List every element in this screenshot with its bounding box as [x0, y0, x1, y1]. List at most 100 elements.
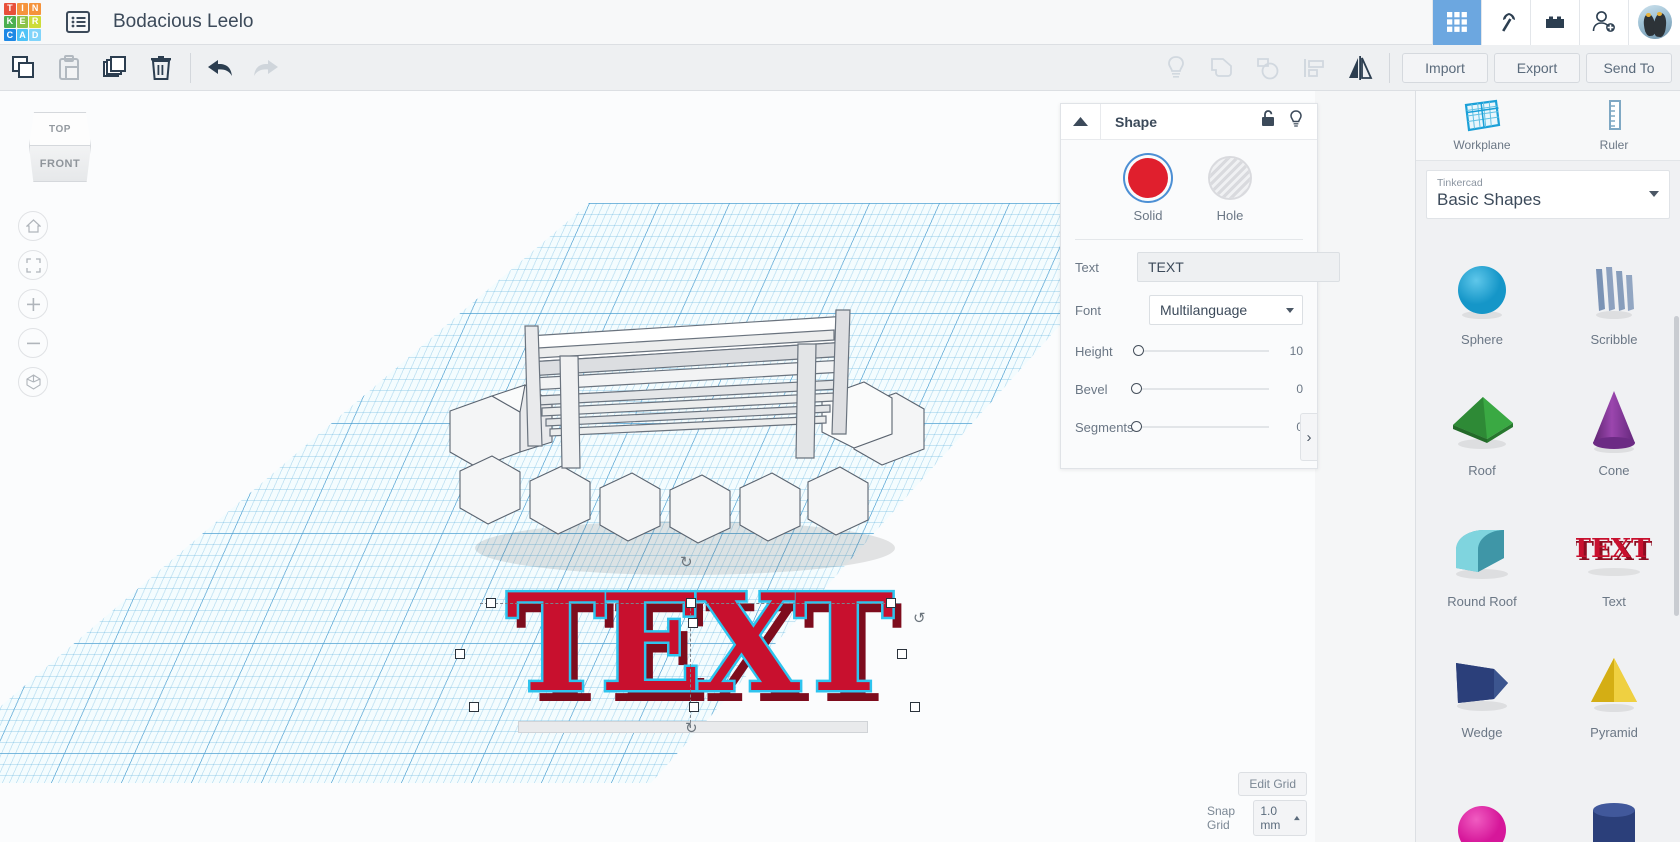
- solid-color-swatch[interactable]: [1128, 158, 1168, 198]
- resize-handle-bl[interactable]: [469, 702, 479, 712]
- slider-label-bevel: Bevel: [1075, 381, 1108, 397]
- shape-list[interactable]: Sphere Scribble Roof Cone Round Roof TEXT TEXT…: [1416, 228, 1680, 842]
- zoom-in-button[interactable]: [18, 289, 48, 319]
- slider-knob-bevel[interactable]: [1131, 383, 1142, 394]
- export-button[interactable]: Export: [1494, 52, 1580, 83]
- ungroup-icon[interactable]: [1245, 45, 1291, 91]
- tinkercad-logo[interactable]: TINKERCAD: [0, 0, 45, 45]
- shape-panel-title: Shape: [1115, 113, 1158, 130]
- library-name: Basic Shapes: [1437, 190, 1541, 209]
- shape-list-scrollbar[interactable]: [1674, 316, 1679, 616]
- redo-icon[interactable]: [243, 45, 289, 91]
- slider-track-height[interactable]: [1133, 345, 1269, 356]
- slider-knob-segments[interactable]: [1131, 421, 1142, 432]
- shape-item-label: Roof: [1468, 463, 1496, 478]
- import-button[interactable]: Import: [1402, 52, 1488, 83]
- logo-tile-k: K: [4, 15, 16, 29]
- snap-grid-select[interactable]: 1.0 mm: [1253, 800, 1307, 836]
- text-field-label: Text: [1075, 259, 1099, 275]
- view-cube[interactable]: TOP FRONT: [25, 112, 95, 184]
- shape-item-wedge[interactable]: Wedge: [1416, 627, 1548, 758]
- shape-item-sphere2[interactable]: [1416, 758, 1548, 842]
- caret-up-icon[interactable]: [1061, 103, 1101, 140]
- shape-item-label: Scribble: [1590, 332, 1638, 347]
- resize-handle-mr[interactable]: [897, 649, 907, 659]
- lightbulb-icon[interactable]: [1153, 45, 1199, 91]
- rotate-handle-right[interactable]: ↺: [913, 609, 926, 627]
- send-to-button[interactable]: Send To: [1586, 52, 1672, 83]
- shape-item-scribble[interactable]: Scribble: [1548, 234, 1680, 365]
- zoom-out-button[interactable]: [18, 328, 48, 358]
- font-select[interactable]: Multilanguage: [1149, 295, 1303, 325]
- scene-model-hex-rail[interactable]: [430, 256, 950, 586]
- shape-item-label: Pyramid: [1590, 725, 1638, 740]
- document-title[interactable]: Bodacious Leelo: [113, 11, 254, 33]
- copy-icon[interactable]: [0, 45, 46, 91]
- text-input[interactable]: [1137, 252, 1340, 282]
- shape-item-round-roof[interactable]: Round Roof: [1416, 496, 1548, 627]
- hole-swatch[interactable]: [1210, 158, 1250, 198]
- shape-panel-header: Shape: [1061, 103, 1317, 140]
- pyramid-icon: [1585, 645, 1643, 723]
- slider-value-height: 10: [1289, 344, 1303, 358]
- font-field-label: Font: [1075, 302, 1102, 318]
- lego-brick-icon[interactable]: [1530, 0, 1579, 45]
- slider-row-height: Height 10: [1075, 338, 1303, 364]
- pickaxe-icon[interactable]: [1481, 0, 1530, 45]
- resize-handle-br[interactable]: [910, 702, 920, 712]
- slider-track-bevel[interactable]: [1131, 383, 1269, 394]
- logo-tile-i: I: [16, 2, 29, 15]
- view-cube-front[interactable]: FRONT: [29, 146, 91, 182]
- cylinder-icon: [1585, 785, 1643, 842]
- shape-item-cylinder[interactable]: [1548, 758, 1680, 842]
- resize-handle-ml[interactable]: [455, 649, 465, 659]
- unlock-icon[interactable]: [1261, 110, 1275, 133]
- rotate-handle-top[interactable]: ↻: [680, 553, 693, 571]
- svg-text:TEXT: TEXT: [506, 579, 893, 722]
- shape-item-roof[interactable]: Roof: [1416, 365, 1548, 496]
- edit-grid-button[interactable]: Edit Grid: [1238, 772, 1307, 796]
- shape-item-text[interactable]: TEXT TEXT Text: [1548, 496, 1680, 627]
- resize-handle-mc[interactable]: [688, 618, 698, 628]
- slider-row-segments: Segments0: [1075, 414, 1303, 440]
- shape-item-pyramid[interactable]: Pyramid: [1548, 627, 1680, 758]
- lightbulb-icon[interactable]: [1289, 110, 1303, 133]
- fit-to-view-button[interactable]: [18, 250, 48, 280]
- resize-handle-tr[interactable]: [886, 598, 896, 608]
- home-view-button[interactable]: [18, 211, 48, 241]
- grid-apps-icon[interactable]: [1432, 0, 1481, 45]
- slider-track-segments[interactable]: [1131, 421, 1269, 432]
- fill-mode-row: Solid Hole: [1075, 158, 1303, 223]
- paste-icon[interactable]: [46, 45, 92, 91]
- delete-icon[interactable]: [138, 45, 184, 91]
- undo-icon[interactable]: [197, 45, 243, 91]
- ruler-tool[interactable]: Ruler: [1548, 91, 1680, 160]
- logo-tile-n: N: [29, 2, 41, 15]
- group-icon[interactable]: [1199, 45, 1245, 91]
- shape-library-select[interactable]: Tinkercad Basic Shapes: [1426, 170, 1670, 219]
- list-menu-icon[interactable]: [61, 5, 95, 39]
- mirror-icon[interactable]: [1337, 45, 1383, 91]
- resize-handle-tc[interactable]: [686, 598, 696, 608]
- panel-collapse-handle[interactable]: ›: [1300, 413, 1317, 461]
- shape-item-label: Wedge: [1461, 725, 1503, 740]
- user-avatar[interactable]: [1628, 0, 1680, 45]
- shape-item-cone[interactable]: Cone: [1548, 365, 1680, 496]
- slider-row-bevel: Bevel 0: [1075, 376, 1303, 402]
- selected-text-object[interactable]: TEXT TEXT ↻ ↻ ↺: [455, 554, 940, 771]
- resize-handle-bc[interactable]: [689, 702, 699, 712]
- solid-option[interactable]: Solid: [1128, 158, 1168, 223]
- workplane-tool[interactable]: Workplane: [1416, 91, 1548, 160]
- hole-option[interactable]: Hole: [1210, 158, 1250, 223]
- rotate-handle-bottom[interactable]: ↻: [685, 719, 698, 737]
- snap-grid-value: 1.0 mm: [1260, 804, 1281, 832]
- ortho-perspective-button[interactable]: [18, 367, 48, 397]
- slider-knob-height[interactable]: [1133, 345, 1144, 356]
- shape-item-sphere[interactable]: Sphere: [1416, 234, 1548, 365]
- resize-handle-tl[interactable]: [486, 598, 496, 608]
- align-icon[interactable]: [1291, 45, 1337, 91]
- chevron-up-icon: [1294, 815, 1300, 821]
- add-person-icon[interactable]: [1579, 0, 1628, 45]
- view-cube-top[interactable]: TOP: [29, 112, 91, 146]
- duplicate-icon[interactable]: [92, 45, 138, 91]
